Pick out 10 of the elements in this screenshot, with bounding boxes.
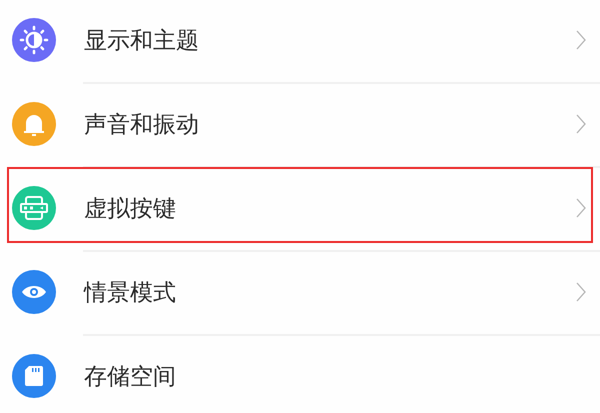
item-label: 存储空间 bbox=[84, 362, 177, 392]
settings-item[interactable]: 声音和振动 bbox=[0, 82, 600, 166]
item-label: 情景模式 bbox=[84, 278, 177, 308]
item-label: 声音和振动 bbox=[84, 110, 200, 140]
settings-item[interactable]: 情景模式 bbox=[0, 250, 600, 334]
settings-item[interactable]: 存储空间 bbox=[0, 334, 600, 413]
settings-item[interactable]: 虚拟按键 bbox=[0, 166, 600, 250]
item-label: 显示和主题 bbox=[84, 26, 200, 56]
item-label: 虚拟按键 bbox=[84, 194, 177, 224]
settings-item[interactable]: 显示和主题 bbox=[0, 0, 600, 82]
